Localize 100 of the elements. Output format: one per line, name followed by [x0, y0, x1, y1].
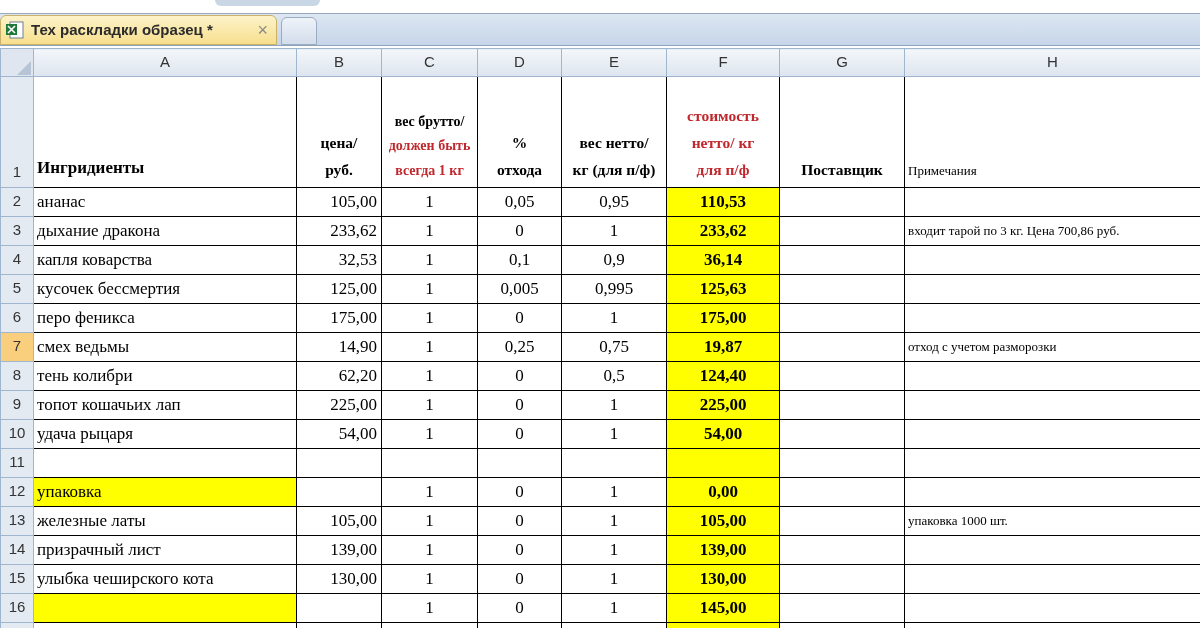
- column-title: стоимость нетто/ кг для п/ф: [686, 105, 760, 180]
- table-cell: 105,00: [296, 187, 382, 217]
- table-cell: призрачный лист: [33, 535, 297, 565]
- row-header[interactable]: 11: [0, 448, 34, 478]
- table-cell: тень колибри: [33, 361, 297, 391]
- row-header[interactable]: 4: [0, 245, 34, 275]
- row-header[interactable]: 15: [0, 564, 34, 594]
- table-cell: удача рыцаря: [33, 419, 297, 449]
- column-header[interactable]: E: [561, 48, 667, 77]
- table-cell: 0,9: [561, 245, 667, 275]
- row-header[interactable]: 3: [0, 216, 34, 246]
- table-cell: 0,005: [477, 274, 562, 304]
- table-cell: 1: [381, 593, 478, 623]
- table-cell: 1: [561, 535, 667, 565]
- table-cell: 225,00: [296, 390, 382, 420]
- table-cell: 0: [477, 390, 562, 420]
- table-cell: 105,00: [666, 506, 780, 536]
- select-all-icon[interactable]: [17, 60, 31, 75]
- table-cell: 1: [381, 245, 478, 275]
- column-title: Поставщик: [800, 159, 884, 180]
- table-cell: железные латы: [33, 506, 297, 536]
- row-header[interactable]: 5: [0, 274, 34, 304]
- table-cell: 0,75: [561, 332, 667, 362]
- row-header[interactable]: 14: [0, 535, 34, 565]
- row-header[interactable]: 12: [0, 477, 34, 507]
- table-cell: 1: [381, 535, 478, 565]
- column-title: Ингридиенты: [37, 157, 146, 180]
- row-header[interactable]: 10: [0, 419, 34, 449]
- column-title: должен быть всегда 1 кг: [388, 137, 471, 180]
- note-cell: входит тарой по 3 кг. Цена 700,86 руб.: [904, 216, 1200, 246]
- column-title: вес нетто/кг (для п/ф): [572, 132, 656, 180]
- table-cell: 139,00: [666, 535, 780, 565]
- table-cell: 1: [561, 477, 667, 507]
- table-cell: 1: [561, 593, 667, 623]
- table-cell: 0: [477, 303, 562, 333]
- table-cell: 0,05: [477, 187, 562, 217]
- table-cell: 0,95: [561, 187, 667, 217]
- table-cell: 0: [477, 593, 562, 623]
- table-cell: 0: [477, 477, 562, 507]
- row-header[interactable]: 8: [0, 361, 34, 391]
- column-title: % отхода: [495, 132, 544, 180]
- table-cell: 1: [561, 564, 667, 594]
- table-cell: 233,62: [296, 216, 382, 246]
- table-cell: 1: [381, 564, 478, 594]
- table-cell: 62,20: [296, 361, 382, 391]
- table-cell: кусочек бессмертия: [33, 274, 297, 304]
- table-cell: 225,00: [666, 390, 780, 420]
- table-cell: 1: [561, 506, 667, 536]
- column-header[interactable]: H: [904, 48, 1200, 77]
- table-cell: 0: [477, 216, 562, 246]
- row-header[interactable]: 7: [0, 332, 34, 362]
- table-cell: 175,00: [666, 303, 780, 333]
- table-cell: 1: [561, 216, 667, 246]
- table-cell: 19,87: [666, 332, 780, 362]
- table-cell: 110,53: [666, 187, 780, 217]
- table-cell: 0,995: [561, 274, 667, 304]
- row-header[interactable]: 2: [0, 187, 34, 217]
- table-cell: 1: [381, 390, 478, 420]
- table-cell: 130,00: [666, 564, 780, 594]
- column-header[interactable]: F: [666, 48, 780, 77]
- row-header[interactable]: 9: [0, 390, 34, 420]
- column-header[interactable]: G: [779, 48, 905, 77]
- table-cell: 0: [477, 564, 562, 594]
- table-cell: 0: [477, 361, 562, 391]
- table-cell: 14,90: [296, 332, 382, 362]
- table-cell: 125,63: [666, 274, 780, 304]
- table-cell: упаковка: [33, 477, 297, 507]
- table-cell: 0,5: [561, 361, 667, 391]
- column-header[interactable]: A: [33, 48, 297, 77]
- column-title: Примечания: [908, 162, 978, 181]
- document-tab[interactable]: Тех раскладки образец * ×: [0, 15, 277, 45]
- table-cell: 1: [561, 303, 667, 333]
- table-cell: 1: [381, 303, 478, 333]
- table-cell: 54,00: [666, 419, 780, 449]
- column-header[interactable]: D: [477, 48, 562, 77]
- table-cell: ананас: [33, 187, 297, 217]
- table-cell: 1: [381, 506, 478, 536]
- table-cell: 1: [381, 332, 478, 362]
- table-cell: улыбка чеширского кота: [33, 564, 297, 594]
- table-cell: 0,1: [477, 245, 562, 275]
- table-cell: 1: [381, 361, 478, 391]
- table-cell: 0: [477, 506, 562, 536]
- table-cell: 139,00: [296, 535, 382, 565]
- table-cell: 1: [381, 274, 478, 304]
- column-title: цена/ руб.: [319, 132, 359, 180]
- row-header[interactable]: 1: [0, 76, 34, 188]
- new-tab-button[interactable]: [281, 17, 317, 45]
- table-cell: смех ведьмы: [33, 332, 297, 362]
- column-header[interactable]: C: [381, 48, 478, 77]
- table-cell: 175,00: [296, 303, 382, 333]
- note-cell: упаковка 1000 шт.: [904, 506, 1200, 536]
- row-header[interactable]: 16: [0, 593, 34, 623]
- column-header[interactable]: B: [296, 48, 382, 77]
- table-cell: 145,00: [666, 593, 780, 623]
- spreadsheet-file-icon: [5, 20, 25, 40]
- row-header[interactable]: 13: [0, 506, 34, 536]
- tab-title: Тех раскладки образец *: [31, 19, 213, 40]
- table-cell: 130,00: [296, 564, 382, 594]
- table-cell: 1: [381, 216, 478, 246]
- row-header[interactable]: 6: [0, 303, 34, 333]
